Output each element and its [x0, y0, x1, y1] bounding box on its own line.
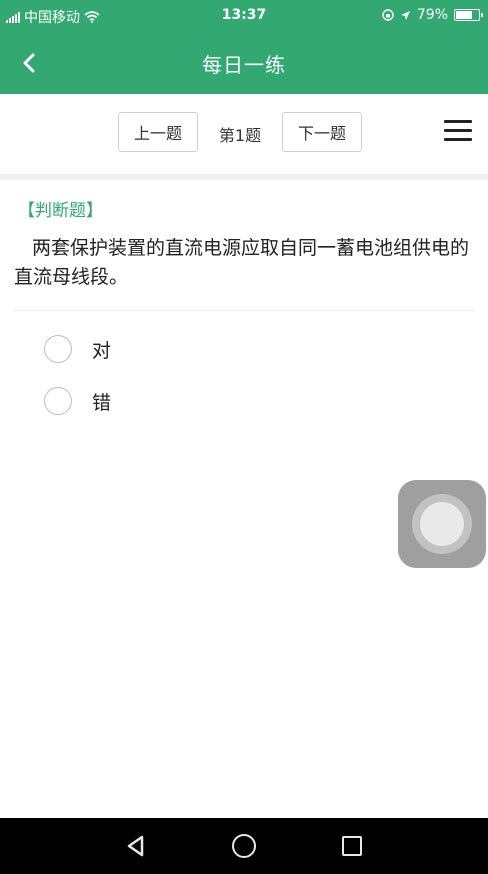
status-bar: 中国移动 13:37 79% — [0, 0, 488, 30]
location-icon — [400, 10, 410, 20]
status-right: 79% — [382, 7, 483, 23]
battery-fill — [456, 11, 472, 19]
app-header: 每日一练 — [0, 30, 488, 94]
option-false[interactable]: 错 — [44, 387, 111, 415]
hamburger-menu-icon[interactable] — [444, 120, 472, 142]
battery-percent: 79% — [416, 7, 448, 23]
question-number: 第1题 — [218, 126, 262, 145]
radio-button-icon[interactable] — [44, 335, 72, 363]
next-question-button[interactable]: 下一题 — [282, 112, 362, 152]
option-true[interactable]: 对 — [44, 335, 111, 363]
option-label: 错 — [92, 391, 112, 414]
question-type-label: 【判断题】 — [18, 201, 103, 221]
battery-icon — [454, 9, 483, 21]
prev-question-button[interactable]: 上一题 — [118, 112, 198, 152]
radio-button-icon[interactable] — [44, 387, 72, 415]
option-label: 对 — [92, 339, 112, 362]
divider — [14, 310, 474, 311]
system-nav-bar — [0, 818, 488, 874]
question-text: 两套保护装置的直流电源应取自同一蓄电池组供电的直流母线段。 — [14, 237, 470, 288]
page-title: 每日一练 — [202, 53, 286, 77]
assistive-touch-center — [420, 502, 464, 546]
nav-home-icon[interactable] — [232, 834, 256, 858]
nav-recent-apps-icon[interactable] — [342, 836, 362, 856]
assistive-touch-button[interactable] — [398, 480, 486, 568]
question-toolbar: 上一题 第1题 下一题 — [0, 94, 488, 180]
orientation-lock-icon — [382, 9, 394, 21]
nav-back-icon[interactable] — [124, 834, 148, 858]
